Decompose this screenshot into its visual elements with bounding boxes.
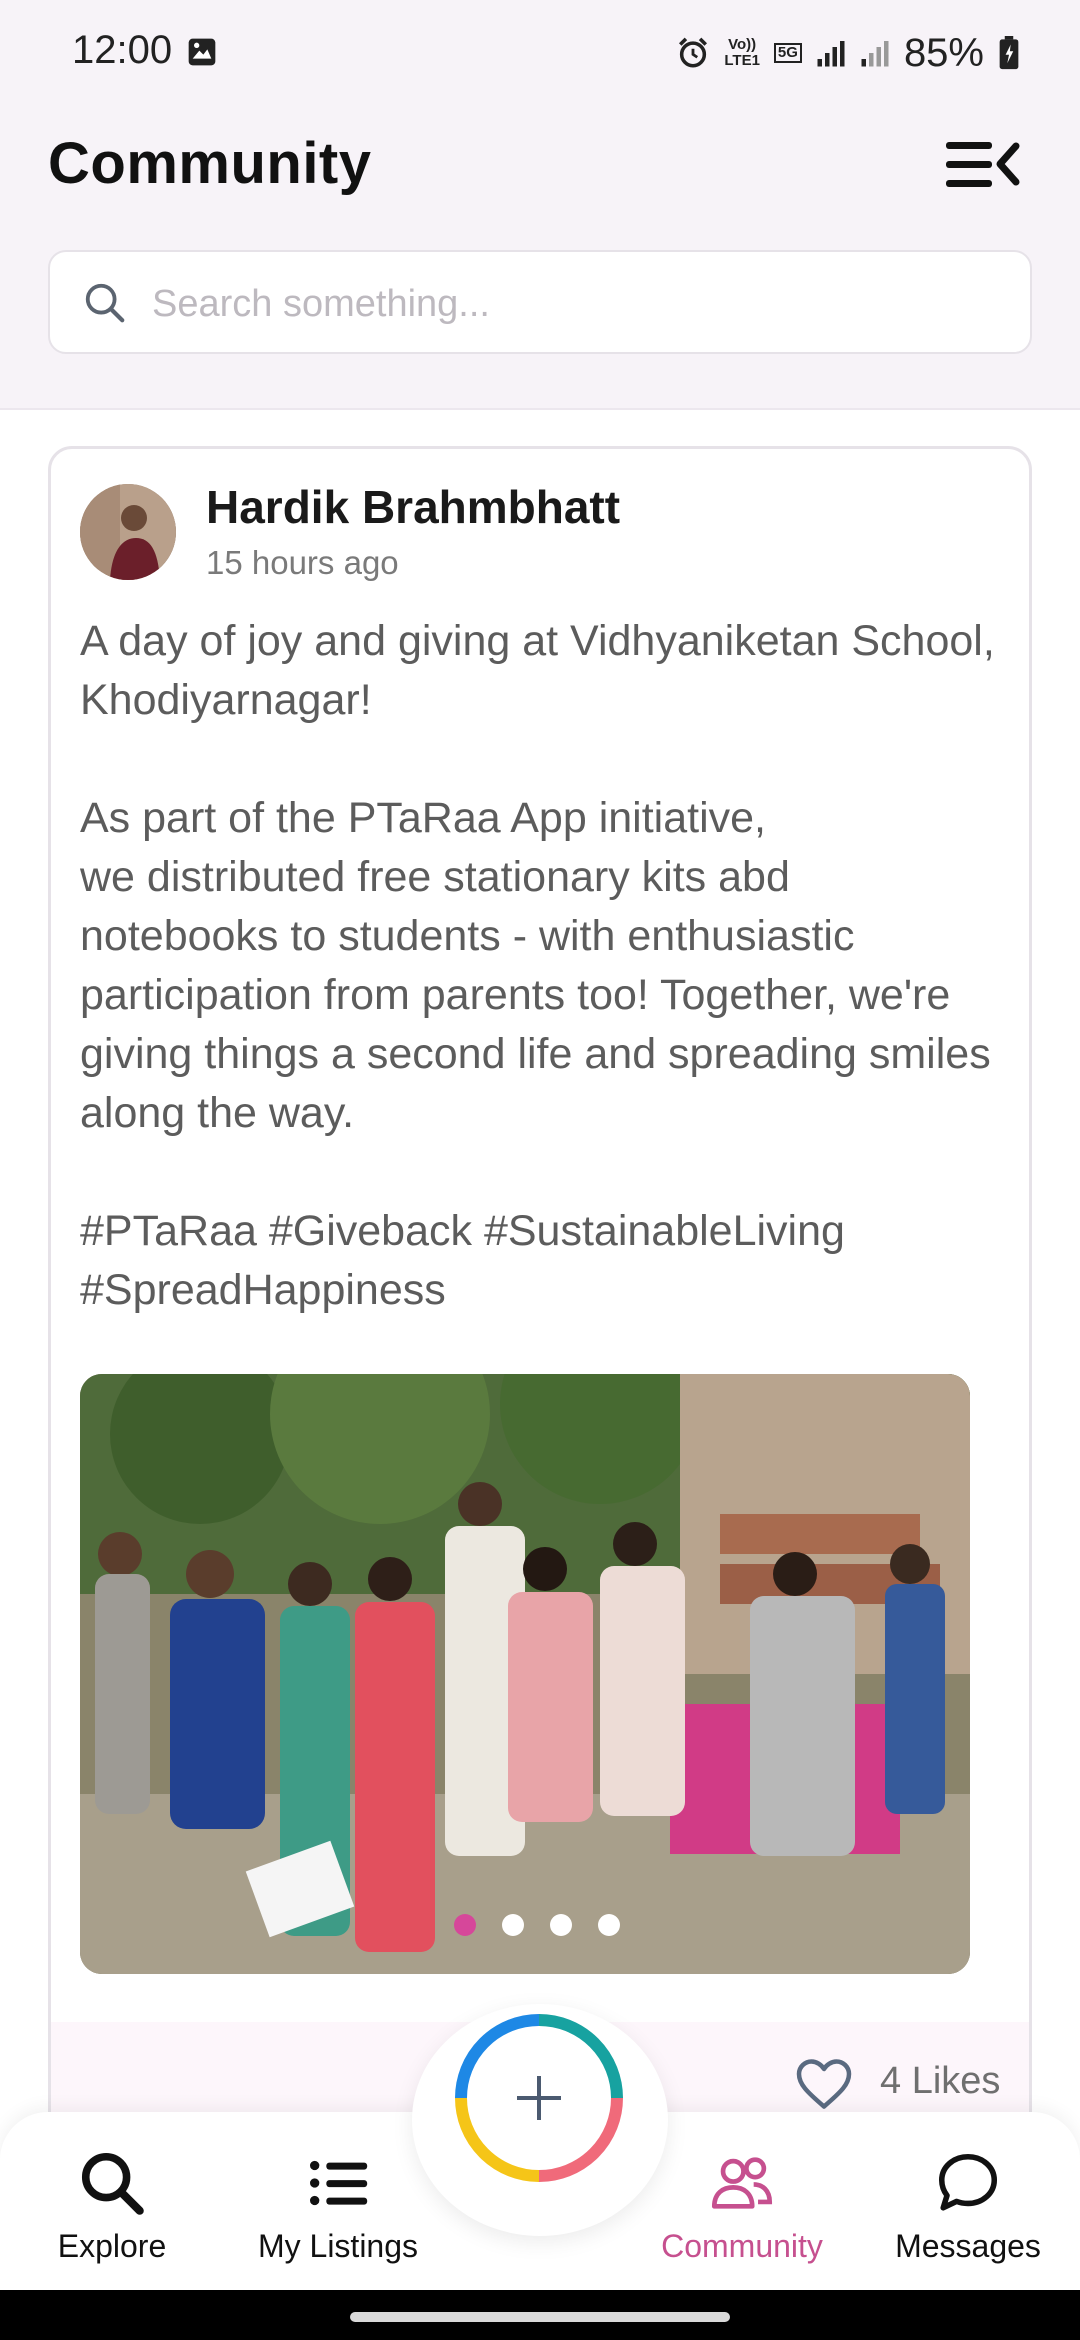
post-image[interactable] bbox=[80, 1374, 970, 1974]
signal-icon-2 bbox=[861, 41, 889, 67]
author-avatar[interactable] bbox=[80, 484, 176, 580]
list-icon bbox=[310, 2160, 368, 2206]
carousel-dot[interactable] bbox=[598, 1914, 620, 1936]
create-post-button[interactable] bbox=[451, 2010, 627, 2186]
battery-icon bbox=[999, 36, 1019, 70]
post-hashtags[interactable]: #PTaRaa #Giveback #SustainableLiving #Sp… bbox=[80, 1202, 1000, 1320]
home-indicator[interactable] bbox=[350, 2312, 730, 2322]
post-paragraph: A day of joy and giving at Vidhyaniketan… bbox=[80, 617, 995, 724]
nav-explore[interactable]: Explore bbox=[12, 2148, 212, 2265]
search-bar[interactable] bbox=[48, 250, 1032, 354]
search-icon bbox=[85, 283, 125, 323]
status-right-group: Vo)) LTE1 5G 85% bbox=[676, 28, 1020, 78]
nav-community[interactable]: Community bbox=[642, 2148, 842, 2265]
likes-count[interactable]: 4 Likes bbox=[880, 2060, 1000, 2103]
people-icon bbox=[711, 2157, 773, 2209]
post-image-scene bbox=[80, 1374, 970, 1974]
search-input[interactable] bbox=[150, 274, 974, 334]
nav-community-label: Community bbox=[661, 2228, 823, 2264]
post-paragraph: As part of the PTaRaa App initiative, we… bbox=[80, 794, 991, 1137]
heart-icon[interactable] bbox=[794, 2056, 854, 2112]
post-author-name[interactable]: Hardik Brahmbhatt bbox=[206, 480, 620, 534]
nav-messages[interactable]: Messages bbox=[868, 2148, 1068, 2265]
gallery-icon bbox=[188, 38, 216, 66]
signal-icon-1 bbox=[817, 41, 845, 67]
post-body: A day of joy and giving at Vidhyaniketan… bbox=[80, 612, 1000, 1379]
alarm-icon bbox=[679, 37, 708, 68]
volte-indicator: Vo)) LTE1 bbox=[724, 36, 760, 69]
status-bar: 12:00 Vo)) LTE1 5G 85% bbox=[0, 0, 1080, 110]
5g-indicator: 5G bbox=[773, 43, 802, 63]
nav-my-listings[interactable]: My Listings bbox=[238, 2148, 438, 2265]
avatar-image bbox=[80, 484, 176, 580]
carousel-dot[interactable] bbox=[550, 1914, 572, 1936]
page-title: Community bbox=[48, 131, 372, 196]
search-icon bbox=[81, 2152, 144, 2215]
carousel-dot[interactable] bbox=[454, 1914, 476, 1936]
menu-collapse-icon[interactable] bbox=[944, 136, 1020, 194]
status-time: 12:00 bbox=[72, 28, 173, 72]
nav-explore-label: Explore bbox=[57, 2228, 167, 2264]
nav-my-listings-label: My Listings bbox=[257, 2228, 419, 2264]
nav-messages-label: Messages bbox=[895, 2228, 1041, 2264]
battery-percent: 85% bbox=[903, 30, 984, 75]
carousel-dot[interactable] bbox=[502, 1914, 524, 1936]
chat-bubble-icon bbox=[938, 2153, 998, 2211]
post-timestamp: 15 hours ago bbox=[206, 544, 399, 581]
carousel-indicators[interactable] bbox=[454, 1914, 620, 1936]
